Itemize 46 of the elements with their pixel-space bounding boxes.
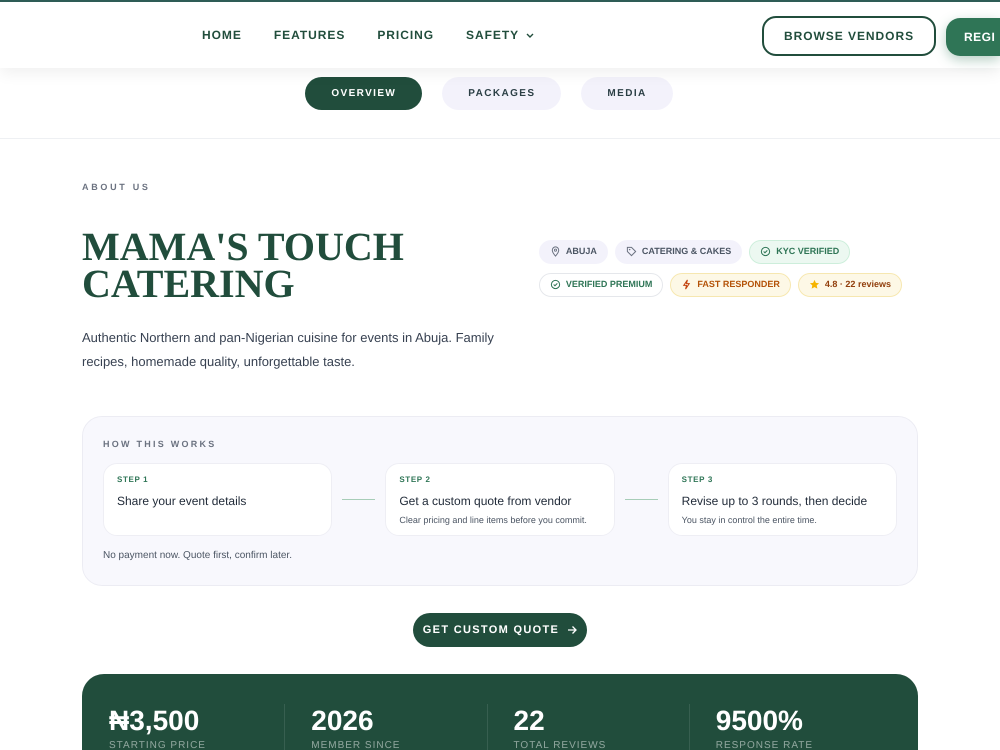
step-label: STEP 3 [682, 474, 714, 486]
badge-label: VERIFIED PREMIUM [566, 278, 652, 291]
stat-label: TOTAL REVIEWS [514, 739, 608, 750]
vendor-title: MAMA'S TOUCH CATERING [82, 228, 405, 302]
tab[interactable]: OVERVIEW [305, 77, 422, 110]
nav-link[interactable]: PRICING [377, 26, 434, 44]
step-note: Clear pricing and line items before you commit. [399, 514, 588, 527]
step-title: Share your event details [117, 493, 248, 510]
stat-value: 22 [514, 704, 546, 738]
badge-label: CATERING & CAKES [642, 244, 732, 258]
vendor-description: Authentic Northern and pan-Nigerian cuisine for events in Abuja. Family recipes, homemade quality, unforgettable taste. [82, 328, 495, 371]
panel-heading: HOW THIS WORKS [103, 438, 218, 450]
location-pin-icon [550, 246, 561, 257]
step-label: STEP 2 [399, 474, 432, 486]
nav-link[interactable]: FEATURES [274, 26, 346, 44]
stat-label: STARTING PRICE [109, 739, 207, 750]
step-label: STEP 1 [117, 474, 150, 486]
panel-footnote: No payment now. Quote first, confirm later. [103, 549, 293, 563]
check-circle-icon [760, 246, 772, 257]
nav-link[interactable]: SAFETY [466, 26, 534, 44]
star-icon [808, 279, 820, 290]
arrow-right-icon [567, 625, 578, 635]
lightning-icon [681, 279, 692, 290]
nav-link[interactable]: HOME [202, 26, 242, 44]
browse-vendors-button[interactable]: BROWSE VENDORS [762, 16, 936, 56]
step-title: Revise up to 3 rounds, then decide [682, 493, 868, 510]
check-circle-icon [550, 279, 561, 290]
section-eyebrow: ABOUT US [82, 181, 152, 194]
stat-value: 2026 [311, 704, 375, 738]
badge-label: FAST RESPONDER [697, 278, 780, 291]
step-connector [624, 499, 658, 500]
badge-label: ABUJA [566, 244, 597, 258]
stat-label: MEMBER SINCE [311, 739, 402, 750]
stat-value: 9500% [716, 704, 804, 738]
step-title: Get a custom quote from vendor [399, 493, 572, 510]
register-button[interactable]: REGI [946, 18, 1000, 56]
badge-label: 4.8 · 22 reviews [824, 278, 891, 291]
tab[interactable]: PACKAGES [442, 77, 562, 110]
tab[interactable]: MEDIA [581, 77, 673, 110]
stat-label: RESPONSE RATE [716, 739, 814, 750]
tag-icon [626, 246, 637, 257]
get-custom-quote-button[interactable]: GET CUSTOM QUOTE [413, 613, 587, 647]
step-connector [342, 499, 376, 500]
badge-label: KYC VERIFIED [776, 244, 840, 258]
step-note: You stay in control the entire time. [682, 514, 818, 527]
stat-value: ₦3,500 [109, 704, 200, 738]
